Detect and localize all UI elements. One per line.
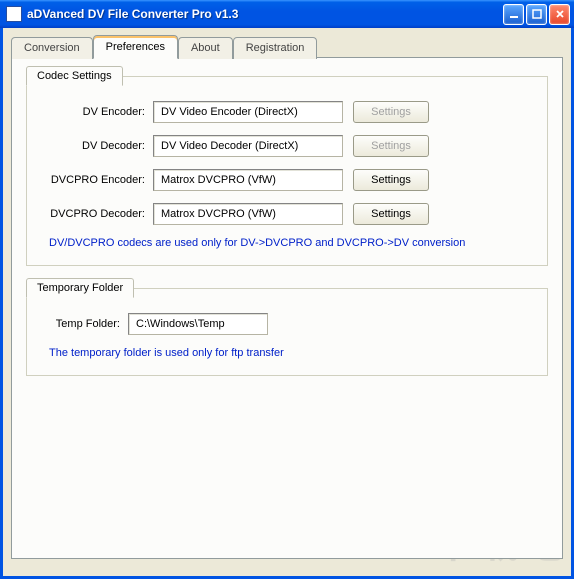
codec-note: DV/DVCPRO codecs are used only for DV->D… — [43, 237, 531, 249]
dvcpro-encoder-settings-button[interactable]: Settings — [353, 169, 429, 191]
dvcpro-encoder-label: DVCPRO Encoder: — [43, 174, 153, 186]
row-dv-decoder: DV Decoder: DV Video Decoder (DirectX) S… — [43, 135, 531, 157]
temp-folder-value: C:\Windows\Temp — [136, 318, 225, 330]
temp-folder-note: The temporary folder is used only for ft… — [43, 347, 531, 359]
client-area: Conversion Preferences About Registratio… — [0, 28, 574, 579]
dv-encoder-settings-button: Settings — [353, 101, 429, 123]
close-button[interactable] — [549, 4, 570, 25]
dv-decoder-select[interactable]: DV Video Decoder (DirectX) — [153, 135, 343, 157]
row-temp-folder: Temp Folder: C:\Windows\Temp — [43, 313, 531, 335]
row-dv-encoder: DV Encoder: DV Video Encoder (DirectX) S… — [43, 101, 531, 123]
tab-conversion[interactable]: Conversion — [11, 37, 93, 59]
temp-folder-field[interactable]: C:\Windows\Temp — [128, 313, 268, 335]
dv-decoder-settings-button: Settings — [353, 135, 429, 157]
titlebar: aDVanced DV File Converter Pro v1.3 — [0, 0, 574, 28]
tab-panel-preferences: Codec Settings DV Encoder: DV Video Enco… — [11, 57, 563, 559]
codec-settings-legend: Codec Settings — [26, 66, 123, 86]
maximize-button[interactable] — [526, 4, 547, 25]
minimize-icon — [509, 9, 519, 19]
dvcpro-decoder-label: DVCPRO Decoder: — [43, 208, 153, 220]
temp-folder-group: Temporary Folder Temp Folder: C:\Windows… — [26, 288, 548, 376]
dvcpro-decoder-value: Matrox DVCPRO (VfW) — [161, 208, 276, 220]
dv-encoder-select[interactable]: DV Video Encoder (DirectX) — [153, 101, 343, 123]
dvcpro-decoder-settings-button[interactable]: Settings — [353, 203, 429, 225]
window-controls — [503, 4, 570, 25]
dv-encoder-value: DV Video Encoder (DirectX) — [161, 106, 298, 118]
dvcpro-decoder-select[interactable]: Matrox DVCPRO (VfW) — [153, 203, 343, 225]
dv-decoder-label: DV Decoder: — [43, 140, 153, 152]
tab-preferences[interactable]: Preferences — [93, 35, 178, 59]
codec-settings-group: Codec Settings DV Encoder: DV Video Enco… — [26, 76, 548, 266]
row-dvcpro-encoder: DVCPRO Encoder: Matrox DVCPRO (VfW) Sett… — [43, 169, 531, 191]
tab-about[interactable]: About — [178, 37, 233, 59]
row-dvcpro-decoder: DVCPRO Decoder: Matrox DVCPRO (VfW) Sett… — [43, 203, 531, 225]
tab-registration[interactable]: Registration — [233, 37, 318, 59]
app-icon — [6, 6, 22, 22]
temp-folder-label: Temp Folder: — [43, 318, 128, 330]
minimize-button[interactable] — [503, 4, 524, 25]
dv-encoder-label: DV Encoder: — [43, 106, 153, 118]
dvcpro-encoder-value: Matrox DVCPRO (VfW) — [161, 174, 276, 186]
window-title: aDVanced DV File Converter Pro v1.3 — [27, 7, 503, 21]
close-icon — [555, 9, 565, 19]
dvcpro-encoder-select[interactable]: Matrox DVCPRO (VfW) — [153, 169, 343, 191]
tabstrip: Conversion Preferences About Registratio… — [11, 34, 563, 58]
temp-folder-legend: Temporary Folder — [26, 278, 134, 298]
dv-decoder-value: DV Video Decoder (DirectX) — [161, 140, 298, 152]
maximize-icon — [532, 9, 542, 19]
